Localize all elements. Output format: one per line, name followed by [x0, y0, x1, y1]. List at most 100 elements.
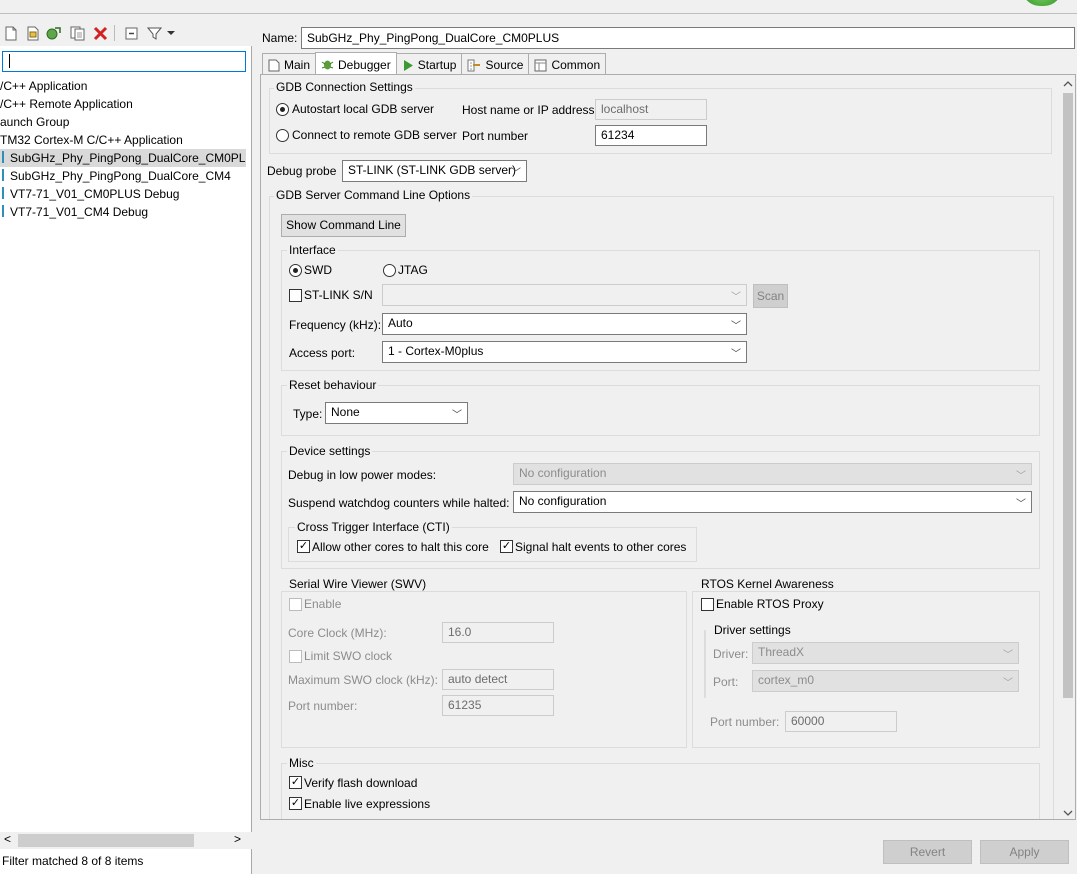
autostart-radio[interactable]: [276, 103, 289, 116]
config-icon: [2, 169, 4, 181]
chevron-down-icon: ﹀: [1003, 678, 1013, 689]
debug-probe-select[interactable]: ST-LINK (ST-LINK GDB server) ﹀: [342, 160, 527, 182]
jtag-label: JTAG: [398, 263, 428, 277]
rtos-port-number-label: Port number:: [710, 715, 780, 729]
main-tab-icon: [268, 59, 280, 71]
max-swo-input[interactable]: auto detect: [442, 669, 554, 690]
watchdog-select[interactable]: No configuration ﹀: [513, 491, 1032, 513]
tab-main[interactable]: Main: [262, 53, 317, 74]
rtos-port-select[interactable]: cortex_m0 ﹀: [752, 670, 1019, 692]
tree-item-label: TM32 Cortex-M C/C++ Application: [0, 133, 183, 147]
tree-item-vt7-cm0plus[interactable]: VT7-71_V01_CM0PLUS Debug: [0, 185, 179, 203]
driver-select[interactable]: ThreadX ﹀: [752, 642, 1019, 664]
tree-item-cpp-remote-application[interactable]: /C++ Remote Application: [0, 95, 133, 113]
tab-common[interactable]: Common: [528, 53, 607, 74]
jtag-radio[interactable]: [383, 264, 396, 277]
filter-icon[interactable]: [145, 24, 163, 42]
tree-item-label: SubGHz_Phy_PingPong_DualCore_CM0PLUS: [10, 151, 246, 165]
tree-item-label: VT7-71_V01_CM4 Debug: [10, 205, 149, 219]
name-input[interactable]: SubGHz_Phy_PingPong_DualCore_CM0PLUS: [301, 27, 1075, 49]
tree-item-cm4[interactable]: SubGHz_Phy_PingPong_DualCore_CM4: [0, 167, 231, 185]
tab-debugger[interactable]: Debugger: [315, 52, 397, 74]
autostart-label: Autostart local GDB server: [292, 102, 435, 116]
low-power-select[interactable]: No configuration ﹀: [513, 463, 1032, 485]
tab-label: Main: [284, 58, 311, 72]
device-settings-title: Device settings: [287, 444, 373, 458]
new-config-icon[interactable]: [2, 24, 20, 42]
tab-label: Common: [551, 58, 601, 72]
tab-startup[interactable]: Startup: [395, 53, 463, 74]
port-input[interactable]: 61234: [595, 125, 707, 146]
scan-button[interactable]: Scan: [753, 284, 788, 308]
revert-button[interactable]: Revert: [883, 840, 972, 864]
host-input[interactable]: localhost: [595, 99, 707, 120]
rtos-proxy-label: Enable RTOS Proxy: [716, 597, 824, 611]
export-icon[interactable]: [45, 24, 63, 42]
rtos-proxy-checkbox[interactable]: [701, 598, 714, 611]
cti-allow-checkbox[interactable]: ✓: [297, 540, 310, 553]
core-clock-input[interactable]: 16.0: [442, 622, 554, 643]
tree-item-label: VT7-71_V01_CM0PLUS Debug: [10, 187, 180, 201]
debug-probe-value: ST-LINK (ST-LINK GDB server): [348, 163, 517, 177]
swv-port-value: 61235: [448, 698, 482, 712]
watchdog-label: Suspend watchdog counters while halted:: [288, 496, 510, 510]
scroll-right-icon[interactable]: >: [234, 832, 241, 846]
server-options-title: GDB Server Command Line Options: [274, 188, 473, 202]
swd-radio[interactable]: [289, 264, 302, 277]
duplicate-icon[interactable]: [24, 24, 42, 42]
scroll-down-icon[interactable]: [1063, 806, 1073, 820]
tree-item-launch-group[interactable]: aunch Group: [0, 113, 69, 131]
scroll-left-icon[interactable]: <: [4, 832, 11, 846]
tree-item-cpp-application[interactable]: /C++ Application: [0, 77, 87, 95]
reset-type-value: None: [331, 405, 360, 419]
verify-flash-checkbox[interactable]: ✓: [289, 776, 302, 789]
limit-swo-checkbox[interactable]: [289, 650, 302, 663]
tree-item-stm32-cortex-m[interactable]: TM32 Cortex-M C/C++ Application: [0, 131, 183, 149]
access-port-value: 1 - Cortex-M0plus: [388, 344, 484, 358]
filter-input[interactable]: [2, 51, 246, 72]
swv-title: Serial Wire Viewer (SWV): [287, 577, 429, 591]
swv-enable-checkbox[interactable]: [289, 598, 302, 611]
copy-icon[interactable]: [68, 24, 86, 42]
tree-item-cm0plus[interactable]: SubGHz_Phy_PingPong_DualCore_CM0PLUS: [0, 149, 246, 167]
delete-icon[interactable]: [91, 24, 109, 42]
apply-button[interactable]: Apply: [980, 840, 1069, 864]
reset-type-select[interactable]: None ﹀: [325, 402, 468, 424]
stlink-sn-select[interactable]: ﹀: [382, 284, 747, 306]
cti-allow-label: Allow other cores to halt this core: [312, 540, 489, 554]
remote-radio[interactable]: [276, 129, 289, 142]
swv-port-input[interactable]: 61235: [442, 695, 554, 716]
filter-status: Filter matched 8 of 8 items: [2, 854, 144, 868]
config-icon: [2, 151, 4, 163]
gdb-connection-title: GDB Connection Settings: [274, 80, 415, 94]
driver-settings-title: Driver settings: [712, 623, 793, 637]
stlink-sn-checkbox[interactable]: [289, 289, 302, 302]
collapse-all-icon[interactable]: [122, 24, 140, 42]
scrollbar-thumb[interactable]: [18, 834, 194, 847]
debug-probe-label: Debug probe: [267, 164, 337, 178]
tab-source[interactable]: Source: [461, 53, 530, 74]
driver-settings-group: [704, 630, 706, 698]
name-label: Name:: [262, 31, 298, 45]
port-value: 61234: [601, 128, 635, 142]
tab-label: Source: [485, 58, 524, 72]
text-caret: [9, 54, 10, 68]
frequency-select[interactable]: Auto ﹀: [382, 313, 747, 335]
access-port-select[interactable]: 1 - Cortex-M0plus ﹀: [382, 341, 747, 363]
tree-item-label: aunch Group: [0, 115, 70, 129]
swv-enable-label: Enable: [304, 597, 342, 611]
dropdown-icon[interactable]: [164, 24, 178, 42]
tree-item-vt7-cm4[interactable]: VT7-71_V01_CM4 Debug: [0, 203, 148, 221]
reset-type-label: Type:: [293, 407, 323, 421]
remote-label: Connect to remote GDB server: [292, 128, 457, 142]
cti-signal-label: Signal halt events to other cores: [515, 540, 687, 554]
rtos-port-number-input[interactable]: 60000: [785, 711, 897, 732]
cti-signal-checkbox[interactable]: ✓: [500, 540, 513, 553]
tree-item-label: /C++ Application: [0, 79, 88, 93]
show-command-line-button[interactable]: Show Command Line: [281, 214, 406, 237]
driver-value: ThreadX: [758, 645, 805, 659]
scrollbar-thumb[interactable]: [1063, 93, 1073, 698]
core-clock-label: Core Clock (MHz):: [288, 626, 387, 640]
live-expressions-checkbox[interactable]: ✓: [289, 797, 302, 810]
scroll-up-icon[interactable]: [1063, 77, 1073, 91]
